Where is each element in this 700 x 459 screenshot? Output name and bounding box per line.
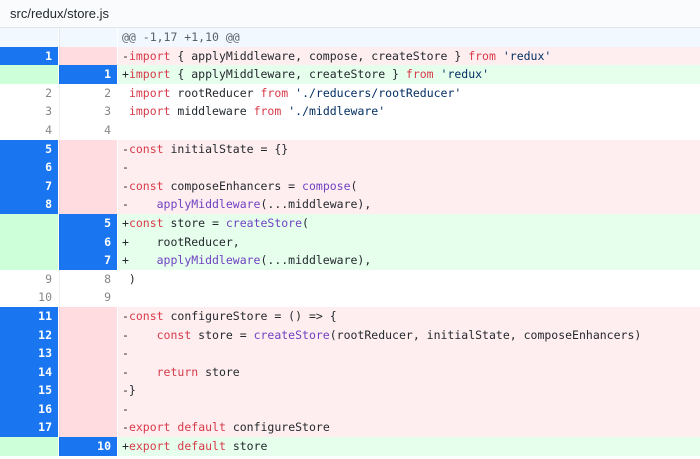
diff-line-deleted: 12 - const store = createStore(rootReduce…: [0, 325, 700, 345]
new-line-number[interactable]: 1: [59, 65, 117, 84]
new-line-number[interactable]: [59, 381, 117, 400]
old-line-number[interactable]: [0, 251, 58, 270]
old-line-number[interactable]: 13: [0, 344, 58, 363]
code-line: import rootReducer from './reducers/root…: [118, 83, 700, 103]
diff-line-context: 10 9: [0, 288, 700, 307]
old-line-number[interactable]: 16: [0, 399, 58, 419]
hunk-old-gutter: [0, 28, 58, 47]
code-line: import middleware from './middleware': [118, 102, 700, 121]
code-line: [118, 120, 700, 140]
new-line-number[interactable]: [59, 418, 117, 438]
old-line-number[interactable]: [0, 213, 58, 233]
new-line-number[interactable]: 7: [59, 251, 117, 270]
code-line: -const initialState = {}: [118, 139, 700, 159]
new-line-number[interactable]: 4: [59, 120, 117, 140]
diff-line-deleted: 14 - return store: [0, 362, 700, 382]
new-line-number[interactable]: [59, 306, 117, 326]
diff-line-context: 44: [0, 120, 700, 140]
code-line: -const configureStore = () => {: [118, 306, 700, 326]
diff-line-context: 22 import rootReducer from './reducers/r…: [0, 83, 700, 103]
code-line: -: [118, 158, 700, 177]
code-line: -: [118, 399, 700, 419]
old-line-number[interactable]: 17: [0, 418, 58, 438]
hunk-new-gutter: [59, 28, 117, 47]
diff-line-deleted: 1 -import { applyMiddleware, compose, cre…: [0, 46, 700, 66]
old-line-number[interactable]: 11: [0, 306, 58, 326]
old-line-number[interactable]: 2: [0, 84, 58, 103]
old-line-number[interactable]: 10: [0, 288, 58, 307]
old-line-number[interactable]: 12: [0, 325, 58, 345]
diff-line-added: 5 +const store = createStore(: [0, 213, 700, 233]
diff-line-deleted: 5 -const initialState = {}: [0, 139, 700, 159]
diff-line-deleted: 17 -export default configureStore: [0, 418, 700, 438]
code-line: - return store: [118, 362, 700, 382]
old-line-number[interactable]: [0, 65, 58, 84]
file-path-directory[interactable]: src/redux/: [10, 6, 67, 21]
new-line-number[interactable]: [59, 344, 117, 363]
code-line: ): [118, 269, 700, 289]
code-line: +export default store: [118, 437, 700, 456]
code-line: +import { applyMiddleware, createStore }…: [118, 65, 700, 84]
old-line-number[interactable]: [0, 232, 58, 252]
code-line: -import { applyMiddleware, compose, crea…: [118, 46, 700, 66]
new-line-number[interactable]: 10: [59, 437, 117, 456]
diff-view: @@ -1,17 +1,10 @@ 1 -import { applyMiddle…: [0, 28, 700, 456]
diff-line-deleted: 11 -const configureStore = () => {: [0, 306, 700, 326]
diff-line-deleted: 15 -}: [0, 381, 700, 400]
diff-line-context: 33 import middleware from './middleware': [0, 102, 700, 121]
old-line-number[interactable]: 3: [0, 102, 58, 121]
new-line-number[interactable]: 8: [59, 269, 117, 289]
diff-line-added: 1 +import { applyMiddleware, createStore …: [0, 65, 700, 84]
file-path-breadcrumb: src/redux/store.js: [0, 0, 700, 28]
new-line-number[interactable]: [59, 362, 117, 382]
code-line: + applyMiddleware(...middleware),: [118, 251, 700, 270]
file-path-filename[interactable]: store.js: [67, 6, 109, 21]
code-line: +const store = createStore(: [118, 213, 700, 233]
code-line: + rootReducer,: [118, 232, 700, 252]
hunk-header-row: @@ -1,17 +1,10 @@: [0, 28, 700, 47]
new-line-number[interactable]: [59, 46, 117, 66]
code-line: -export default configureStore: [118, 418, 700, 438]
new-line-number[interactable]: [59, 399, 117, 419]
code-line: -const composeEnhancers = compose(: [118, 176, 700, 196]
old-line-number[interactable]: 15: [0, 381, 58, 400]
code-line: -}: [118, 381, 700, 400]
diff-line-added: 10 +export default store: [0, 437, 700, 456]
new-line-number[interactable]: 5: [59, 213, 117, 233]
new-line-number[interactable]: [59, 176, 117, 196]
diff-line-added: 7 + applyMiddleware(...middleware),: [0, 251, 700, 270]
diff-line-deleted: 6-: [0, 158, 700, 177]
diff-lines: 1 -import { applyMiddleware, compose, cre…: [0, 46, 700, 456]
old-line-number[interactable]: 14: [0, 362, 58, 382]
new-line-number[interactable]: [59, 139, 117, 159]
diff-line-deleted: 13 -: [0, 344, 700, 363]
new-line-number[interactable]: [59, 195, 117, 214]
new-line-number[interactable]: 3: [59, 102, 117, 121]
diff-line-deleted: 8 - applyMiddleware(...middleware),: [0, 195, 700, 214]
hunk-header: @@ -1,17 +1,10 @@: [118, 28, 700, 47]
new-line-number[interactable]: 6: [59, 232, 117, 252]
code-line: - applyMiddleware(...middleware),: [118, 195, 700, 214]
diff-line-deleted: 7 -const composeEnhancers = compose(: [0, 176, 700, 196]
new-line-number[interactable]: 9: [59, 288, 117, 307]
old-line-number[interactable]: 7: [0, 176, 58, 196]
code-line: - const store = createStore(rootReducer,…: [118, 325, 700, 345]
old-line-number[interactable]: 6: [0, 158, 58, 177]
new-line-number[interactable]: [59, 325, 117, 345]
old-line-number[interactable]: 1: [0, 46, 58, 66]
new-line-number[interactable]: 2: [59, 83, 117, 103]
old-line-number[interactable]: 5: [0, 139, 58, 159]
old-line-number[interactable]: [0, 437, 58, 456]
new-line-number[interactable]: [59, 158, 117, 177]
code-line: -: [118, 344, 700, 363]
old-line-number[interactable]: 9: [0, 270, 58, 289]
diff-line-deleted: 16 -: [0, 399, 700, 419]
code-line: [118, 288, 700, 307]
old-line-number[interactable]: 4: [0, 121, 58, 140]
diff-line-added: 6 + rootReducer,: [0, 232, 700, 252]
diff-line-context: 98 ): [0, 269, 700, 289]
old-line-number[interactable]: 8: [0, 195, 58, 214]
